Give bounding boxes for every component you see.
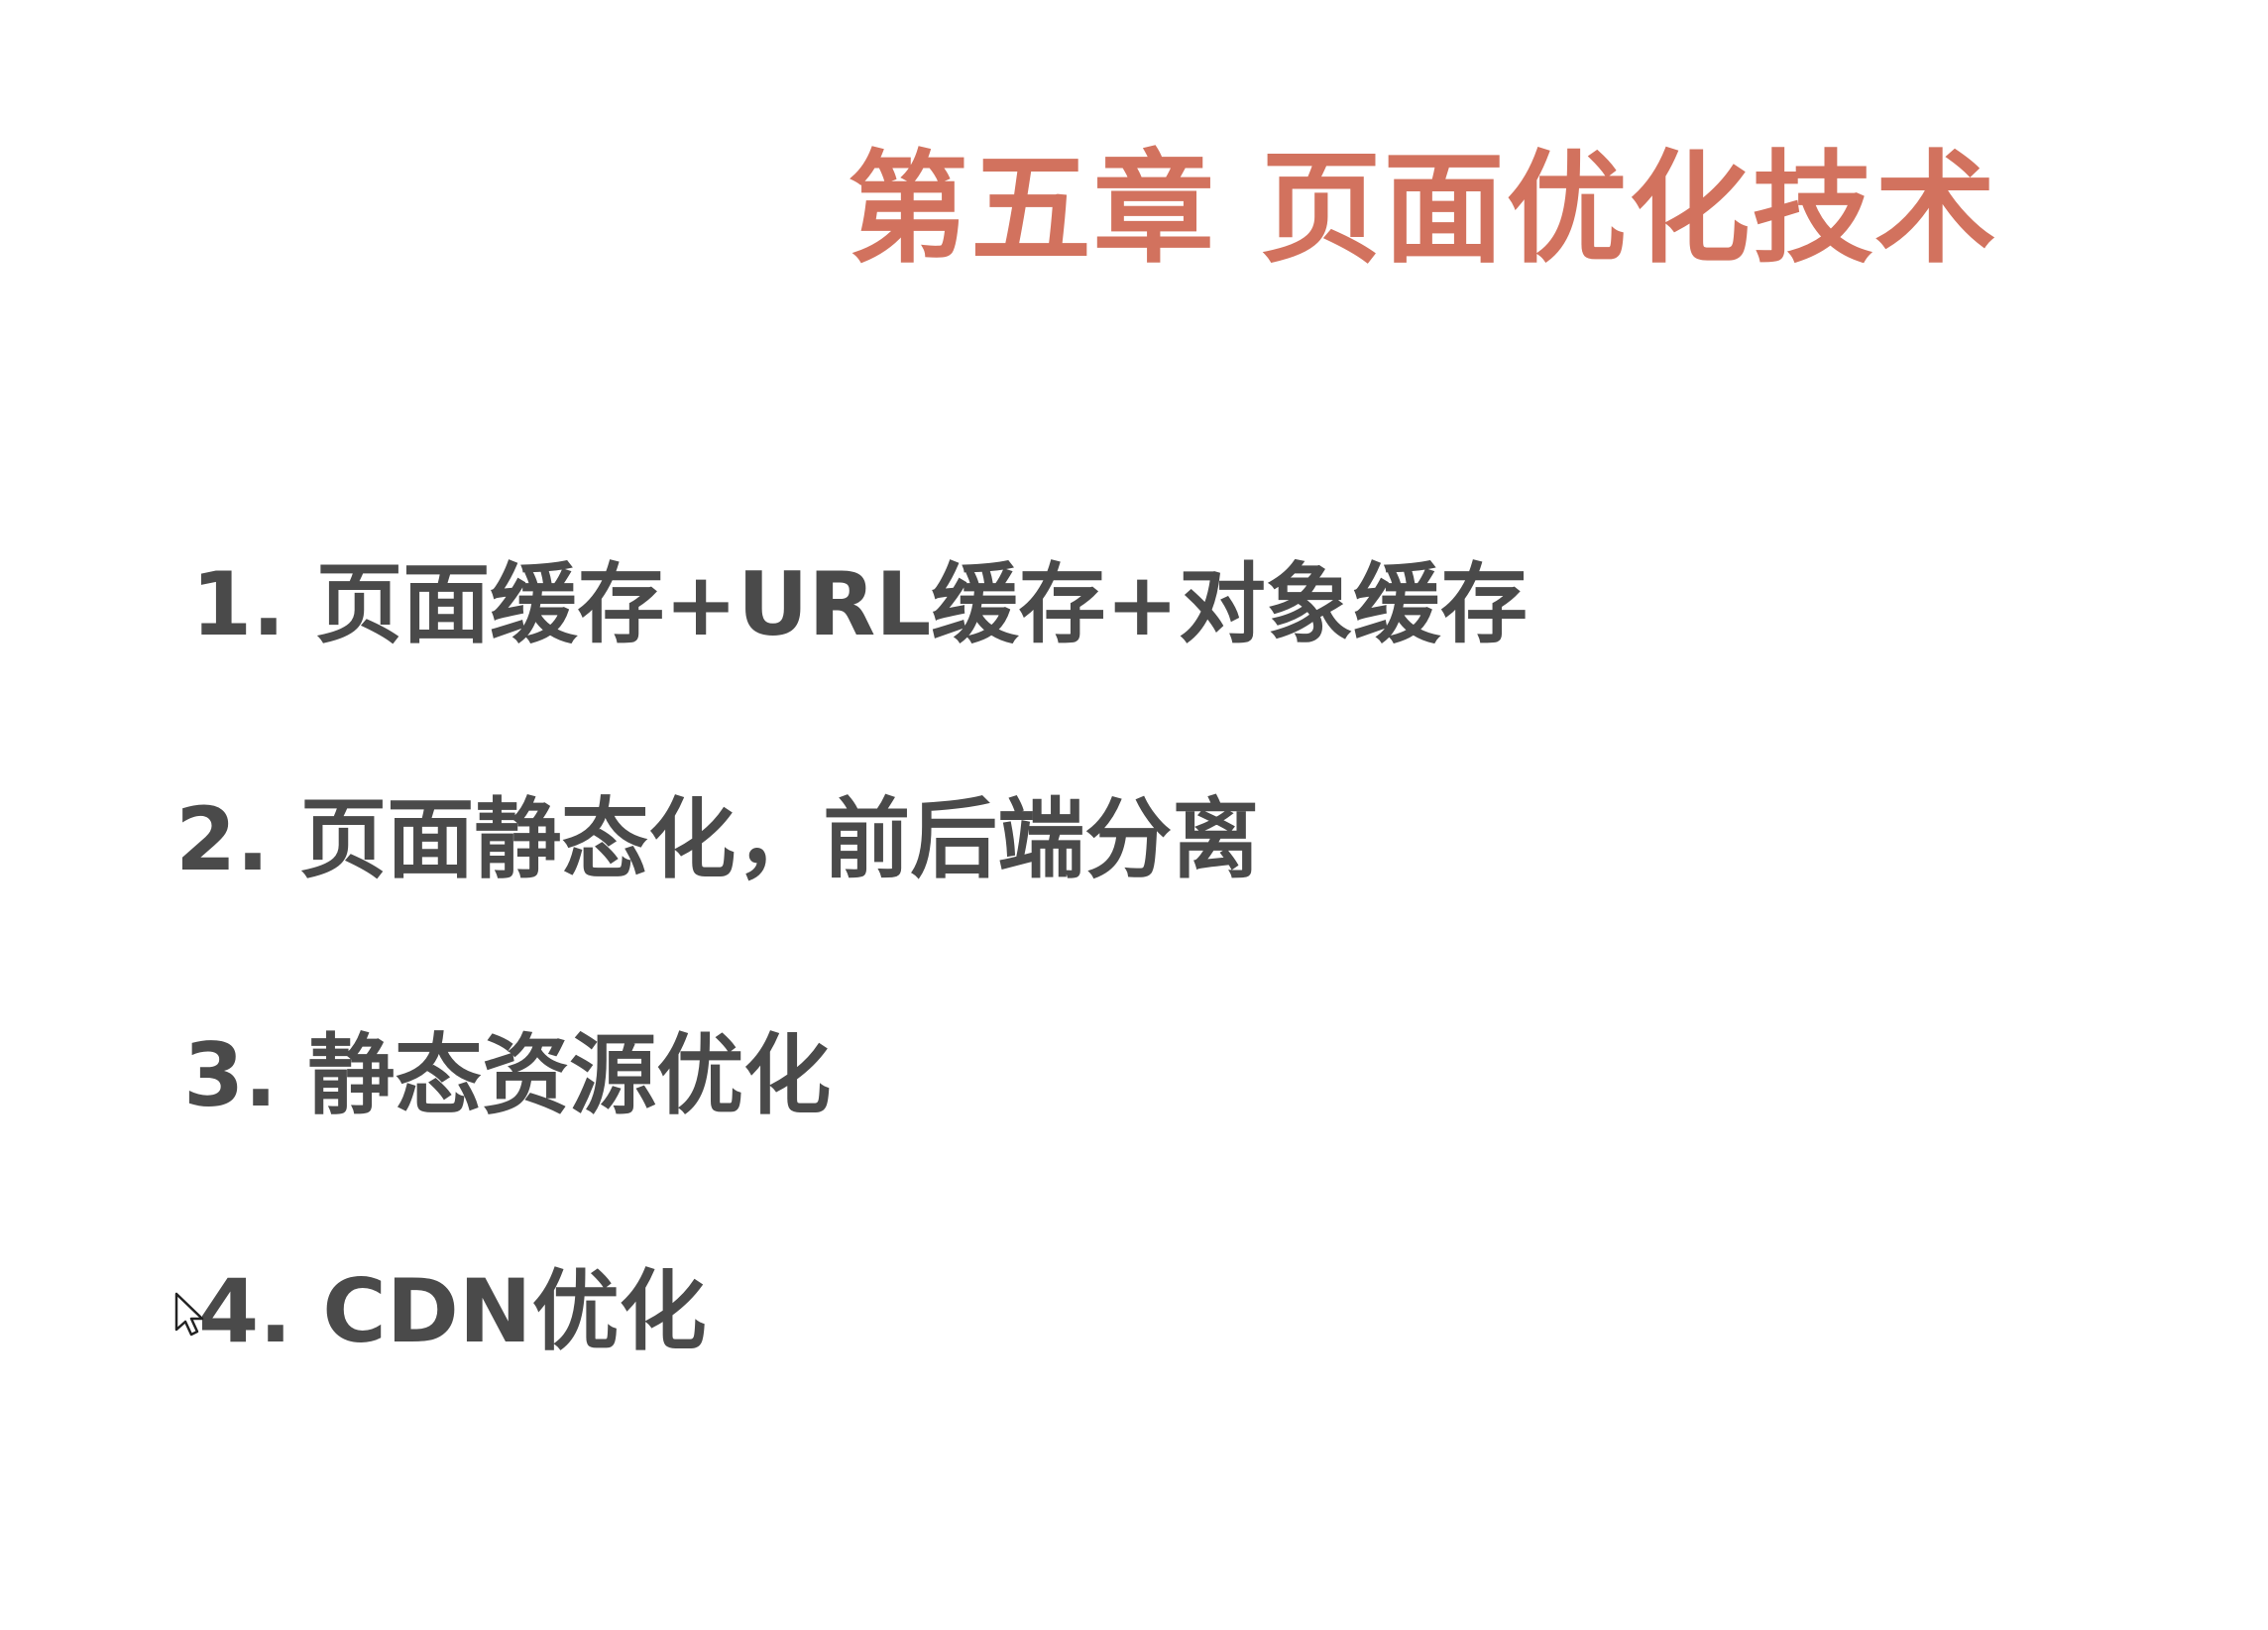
slide-title: 第五章 页面优化技术 [848, 139, 1998, 280]
list-item: 4. CDN优化 [198, 1260, 707, 1362]
slide: 第五章 页面优化技术 1. 页面缓存+URL缓存+对象缓存 2. 页面静态化，前… [0, 0, 2268, 1630]
list-item: 3. 静态资源优化 [183, 1024, 832, 1126]
list-item: 2. 页面静态化，前后端分离 [175, 788, 1260, 890]
mouse-pointer-icon [174, 1292, 204, 1337]
list-item: 1. 页面缓存+URL缓存+对象缓存 [191, 553, 1529, 655]
